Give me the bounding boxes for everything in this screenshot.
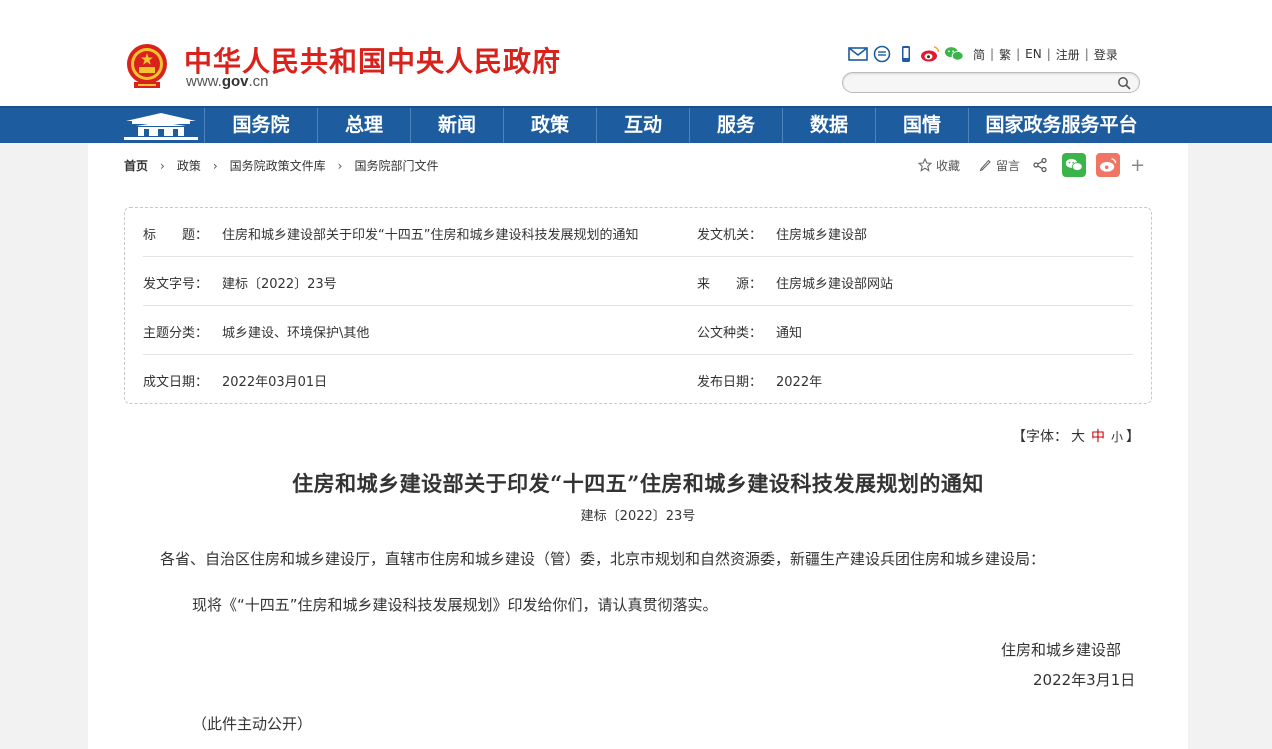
- chevron-right-icon: ›: [160, 158, 165, 173]
- comment-button[interactable]: 留言: [978, 157, 1020, 174]
- nav-items: 国务院 总理 新闻 政策 互动 服务 数据 国情 国家政务服务平台: [204, 108, 1154, 143]
- search-input[interactable]: [853, 75, 1113, 90]
- font-size-small-button[interactable]: 小: [1111, 430, 1123, 444]
- meta-docno-label: 发文字号：: [143, 277, 209, 292]
- article-docno: 建标〔2022〕23号: [580, 509, 696, 524]
- breadcrumb-home[interactable]: 首页: [124, 157, 148, 174]
- url-suffix: .cn: [248, 73, 269, 90]
- document-meta-table: 标 题： 住房和城乡建设部关于印发“十四五”住房和城乡建设科技发展规划的通知 发…: [124, 207, 1152, 404]
- share-button[interactable]: [1032, 157, 1052, 173]
- meta-topic-value: 城乡建设、环境保护\其他: [222, 326, 370, 341]
- font-size-prefix: 【字体：: [1012, 429, 1068, 445]
- nav-item-service[interactable]: 服务: [689, 108, 782, 143]
- article-recipients: 各省、自治区住房和城乡建设厅，直辖市住房和城乡建设（管）委，北京市规划和自然资源…: [160, 550, 1046, 568]
- site-url[interactable]: www.gov.cn: [186, 73, 269, 90]
- login-link[interactable]: 登录: [1094, 46, 1118, 63]
- signature-date: 2022年3月1日: [1033, 671, 1136, 689]
- font-size-suffix: 】: [1126, 429, 1141, 445]
- nav-item-premier[interactable]: 总理: [317, 108, 410, 143]
- pencil-icon: [979, 159, 991, 172]
- share-wechat-button[interactable]: [1062, 153, 1087, 177]
- register-link[interactable]: 注册: [1056, 46, 1080, 63]
- lang-english-link[interactable]: EN: [1025, 47, 1042, 61]
- font-size-large-button[interactable]: 大: [1071, 429, 1085, 445]
- breadcrumb-department-docs[interactable]: 国务院部门文件: [354, 157, 438, 174]
- nav-item-state-council[interactable]: 国务院: [204, 108, 317, 143]
- separator: |: [1084, 47, 1089, 61]
- meta-title-value: 住房和城乡建设部关于印发“十四五”住房和城乡建设科技发展规划的通知: [222, 228, 639, 243]
- meta-topic-label: 主题分类：: [143, 326, 209, 341]
- nav-item-gov-service-platform[interactable]: 国家政务服务平台: [968, 108, 1154, 143]
- top-links: 简 | 繁 | EN | 注册 | 登录: [848, 44, 1123, 64]
- nav-item-interaction[interactable]: 互动: [596, 108, 689, 143]
- chevron-right-icon: ›: [212, 158, 218, 173]
- meta-written-date-value: 2022年03月01日: [222, 375, 328, 390]
- collect-button[interactable]: 收藏: [918, 157, 960, 174]
- lang-traditional-link[interactable]: 繁: [999, 46, 1011, 63]
- mail-icon[interactable]: [848, 45, 868, 63]
- separator: |: [1046, 47, 1051, 61]
- meta-row: 成文日期： 2022年03月01日 发布日期： 2022年: [143, 355, 1133, 404]
- meta-source-label: 来 源：: [697, 277, 763, 292]
- weibo-icon: [1100, 158, 1117, 172]
- separator: |: [990, 47, 995, 61]
- meta-type-label: 公文种类：: [697, 326, 763, 341]
- nav-item-data[interactable]: 数据: [782, 108, 875, 143]
- nav-item-news[interactable]: 新闻: [410, 108, 503, 143]
- breadcrumb-policy[interactable]: 政策: [177, 157, 201, 174]
- share-weibo-button[interactable]: [1096, 153, 1121, 177]
- meta-issuer-value: 住房城乡建设部: [776, 228, 868, 243]
- more-share-icon[interactable]: +: [1130, 155, 1145, 176]
- lang-simplified-link[interactable]: 简: [973, 46, 985, 63]
- article-tools: 收藏 留言 +: [918, 153, 1145, 177]
- article-body: 现将《“十四五”住房和城乡建设科技发展规划》印发给你们，请认真贯彻落实。: [192, 596, 718, 614]
- wechat-icon: [1065, 158, 1083, 171]
- weibo-icon[interactable]: [920, 45, 940, 63]
- home-gate-icon[interactable]: [118, 108, 204, 143]
- meta-issuer-label: 发文机关：: [697, 228, 763, 243]
- url-prefix: www.: [186, 73, 222, 90]
- wechat-icon[interactable]: [944, 45, 964, 63]
- star-icon: [918, 158, 932, 172]
- nav-item-policy[interactable]: 政策: [503, 108, 596, 143]
- public-note: （此件主动公开）: [192, 715, 313, 733]
- font-size-control: 【字体：大中小】: [1012, 426, 1140, 446]
- main-content: 首页 › 政策 › 国务院政策文件库 › 国务院部门文件 收藏 留言 + 标 题…: [88, 143, 1188, 749]
- meta-written-date-label: 成文日期：: [143, 375, 209, 390]
- comment-label: 留言: [996, 158, 1021, 173]
- meta-row: 主题分类： 城乡建设、环境保护\其他 公文种类： 通知: [143, 306, 1133, 355]
- national-emblem-icon[interactable]: [124, 42, 170, 92]
- search-icon[interactable]: [1117, 76, 1131, 90]
- mobile-icon[interactable]: [896, 45, 916, 63]
- chat-icon[interactable]: [872, 45, 892, 63]
- meta-published-date-label: 发布日期：: [697, 375, 763, 390]
- site-header: 中华人民共和国中央人民政府 www.gov.cn 简 | 繁 | EN | 注册…: [0, 0, 1272, 106]
- meta-title-label: 标 题：: [143, 228, 209, 243]
- meta-row: 发文字号： 建标〔2022〕23号 来 源： 住房城乡建设部网站: [143, 257, 1133, 306]
- meta-type-value: 通知: [776, 326, 803, 341]
- chevron-right-icon: ›: [337, 158, 343, 173]
- meta-row: 标 题： 住房和城乡建设部关于印发“十四五”住房和城乡建设科技发展规划的通知 发…: [143, 208, 1133, 257]
- search-box[interactable]: [842, 72, 1140, 93]
- main-nav: 国务院 总理 新闻 政策 互动 服务 数据 国情 国家政务服务平台: [0, 106, 1272, 143]
- meta-docno-value: 建标〔2022〕23号: [222, 277, 337, 292]
- font-size-medium-button[interactable]: 中: [1091, 429, 1105, 445]
- meta-published-date-value: 2022年: [776, 375, 823, 390]
- breadcrumb: 首页 › 政策 › 国务院政策文件库 › 国务院部门文件: [124, 157, 439, 174]
- breadcrumb-policy-library[interactable]: 国务院政策文件库: [230, 157, 326, 174]
- url-domain: gov: [221, 73, 249, 90]
- separator: |: [1016, 47, 1021, 61]
- nav-item-national-info[interactable]: 国情: [875, 108, 968, 143]
- signature-org: 住房和城乡建设部: [1001, 641, 1122, 659]
- meta-source-value: 住房城乡建设部网站: [776, 277, 894, 292]
- collect-label: 收藏: [936, 158, 961, 173]
- share-icon: [1033, 157, 1047, 173]
- article-title: 住房和城乡建设部关于印发“十四五”住房和城乡建设科技发展规划的通知: [292, 471, 984, 496]
